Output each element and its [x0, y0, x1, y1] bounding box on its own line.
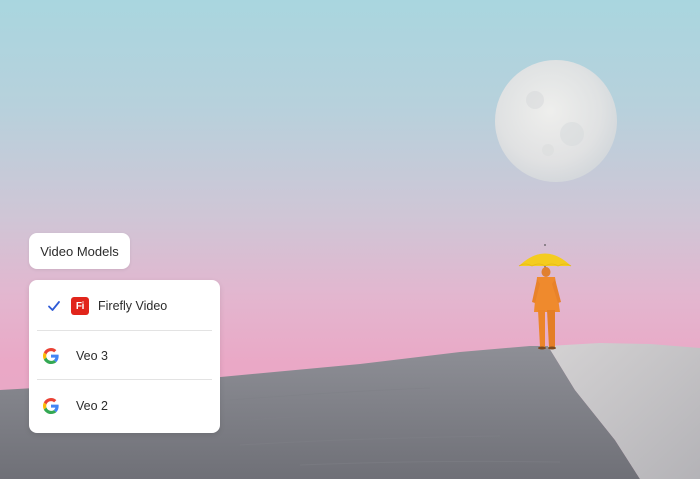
moon	[495, 60, 617, 182]
checkmark-icon	[48, 301, 60, 311]
google-g-icon	[43, 398, 59, 414]
model-label: Veo 2	[76, 399, 108, 413]
model-option-veo-3[interactable]: Veo 3	[29, 331, 220, 381]
model-option-veo-2[interactable]: Veo 2	[29, 381, 220, 431]
google-g-icon	[43, 348, 59, 364]
model-label: Veo 3	[76, 349, 108, 363]
model-label: Firefly Video	[98, 299, 168, 313]
person-with-umbrella	[518, 244, 572, 350]
video-models-heading-text: Video Models	[40, 243, 119, 259]
video-models-heading: Video Models	[29, 233, 130, 269]
model-option-firefly-video[interactable]: Fi Firefly Video	[29, 281, 220, 331]
divider	[37, 379, 212, 380]
firefly-icon: Fi	[71, 297, 89, 315]
video-models-menu: Fi Firefly Video Veo 3 Veo 2	[29, 280, 220, 433]
